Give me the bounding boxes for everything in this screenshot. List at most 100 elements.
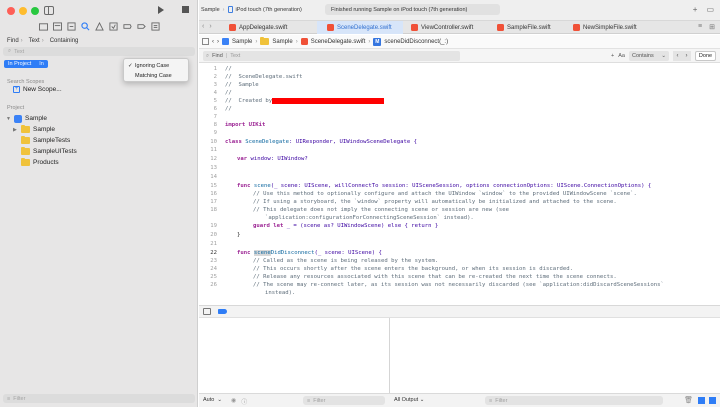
code-line: 21: [210, 241, 217, 247]
search-highlight: scene: [253, 250, 271, 256]
breadcrumb-file[interactable]: SceneDelegate.swift: [311, 39, 366, 45]
code-line: 13: [210, 165, 217, 171]
tab-newsimplefile[interactable]: NewSimpleFile.swift: [569, 21, 659, 34]
tab-samplefile[interactable]: SampleFile.swift: [493, 21, 567, 34]
code-line: 14: [210, 174, 217, 180]
console-filter-input[interactable]: ≡ Filter: [485, 396, 663, 405]
find-mode-text[interactable]: Text: [29, 38, 40, 44]
editor-menu-icon[interactable]: ≡: [698, 23, 702, 31]
find-mode-breadcrumb: Find › Text › Containing: [0, 35, 198, 46]
console-view-toggle-icon[interactable]: [709, 397, 716, 404]
next-match-button[interactable]: ›: [682, 51, 691, 61]
done-button[interactable]: Done: [695, 51, 716, 61]
swift-file-icon: [300, 38, 308, 45]
code-line: instead).: [265, 290, 296, 296]
forward-arrow-icon[interactable]: ›: [209, 23, 211, 30]
add-pattern-icon[interactable]: +: [611, 53, 614, 59]
disclosure-open-icon[interactable]: ▼: [6, 116, 11, 122]
search-icon[interactable]: [80, 21, 90, 31]
search-placeholder: Text: [14, 48, 25, 55]
tree-item-label: SampleTests: [33, 137, 71, 144]
filter-icon: ≡: [489, 397, 493, 404]
debug-icon[interactable]: [122, 21, 132, 31]
previous-match-button[interactable]: ‹: [673, 51, 682, 61]
find-input[interactable]: ⌕ Find | Text: [203, 51, 460, 61]
device-name[interactable]: iPod touch (7th generation): [236, 7, 302, 13]
breadcrumb-symbol[interactable]: sceneDidDisconnect(_:): [384, 39, 448, 45]
variables-filter-input[interactable]: ≡ Filter: [303, 396, 385, 405]
filter-placeholder: Filter: [13, 395, 26, 402]
new-scope-button[interactable]: + New Scope...: [13, 86, 62, 93]
symbol-icon[interactable]: [66, 21, 76, 31]
tab-scenedelegate[interactable]: SceneDelegate.swift: [317, 21, 403, 34]
case-sensitivity-menu: ✓ Ignoring Case Matching Case: [123, 58, 189, 82]
navigator-filter-input[interactable]: ≡ Filter: [3, 394, 195, 403]
add-icon[interactable]: +: [693, 5, 698, 14]
breadcrumb-group[interactable]: Sample: [272, 39, 292, 45]
tab-viewcontroller[interactable]: ViewController.swift: [403, 21, 493, 34]
back-arrow-icon[interactable]: ‹: [212, 39, 214, 45]
tree-item-folder[interactable]: SampleUITests: [0, 146, 198, 157]
info-icon[interactable]: ⓘ: [241, 397, 247, 406]
chevron-down-icon: ⌄: [217, 397, 222, 403]
forward-arrow-icon[interactable]: ›: [217, 39, 219, 45]
code-line: 7: [213, 114, 217, 120]
hide-debug-area-icon[interactable]: [203, 308, 211, 315]
menu-item-matching-case[interactable]: Matching Case: [124, 71, 188, 81]
close-window-button[interactable]: [7, 7, 15, 15]
tree-item-label: Sample: [25, 115, 48, 122]
debug-panel-toggles: [698, 397, 716, 404]
folder-icon[interactable]: [38, 21, 48, 31]
filter-icon: ≡: [7, 395, 11, 402]
trash-icon[interactable]: 🗑: [684, 396, 693, 404]
code-line: `application:configurationForConnectingS…: [265, 215, 474, 221]
navigator-selector-bar: [0, 21, 198, 33]
back-arrow-icon[interactable]: ‹: [202, 23, 204, 30]
test-icon[interactable]: [108, 21, 118, 31]
project-tree: ▼ Sample ▶ Sample SampleTests SampleUITe…: [0, 113, 198, 168]
find-search-input[interactable]: ⌕ Text: [3, 47, 195, 56]
report-icon[interactable]: [150, 21, 160, 31]
tree-item-project[interactable]: ▼ Sample: [0, 113, 198, 124]
menu-item-ignoring-case[interactable]: ✓ Ignoring Case: [124, 61, 188, 71]
chevron-right-icon: ›: [222, 6, 225, 13]
code-line: 6//: [213, 106, 232, 112]
search-scope-button[interactable]: In Project In: [4, 60, 48, 68]
related-items-icon[interactable]: [202, 38, 209, 45]
scheme-selector[interactable]: Sample › iPod touch (7th generation): [201, 6, 302, 13]
match-case-toggle[interactable]: Aa: [618, 53, 625, 59]
sidebar-toggle-icon[interactable]: [44, 6, 54, 15]
find-mode-containing[interactable]: Containing: [50, 38, 79, 44]
run-button[interactable]: [158, 6, 164, 14]
disclosure-closed-icon[interactable]: ▶: [13, 127, 18, 133]
minimize-window-button[interactable]: [19, 7, 27, 15]
variables-scope-select[interactable]: Auto ⌄: [203, 397, 222, 403]
inspector-toggle-icon[interactable]: ▭: [706, 5, 714, 14]
code-editor[interactable]: 1// 2// SceneDelegate.swift 3// Sample 4…: [199, 63, 720, 303]
tab-label: ViewController.swift: [421, 24, 474, 31]
find-mode-label[interactable]: Find: [212, 53, 223, 59]
divider: |: [225, 53, 228, 59]
breadcrumb-project[interactable]: Sample: [232, 39, 252, 45]
tab-appdelegate[interactable]: AppDelegate.swift: [221, 21, 317, 34]
breakpoint-icon[interactable]: [136, 21, 146, 31]
chevron-right-icon: ›: [20, 37, 23, 44]
breakpoints-toggle-icon[interactable]: [218, 309, 227, 314]
source-control-icon[interactable]: [52, 21, 62, 31]
tree-item-folder[interactable]: Products: [0, 157, 198, 168]
stop-button[interactable]: [182, 6, 189, 13]
console-output-select[interactable]: All Output ⌄: [394, 397, 424, 403]
zoom-window-button[interactable]: [31, 7, 39, 15]
match-mode-select[interactable]: Contains ⌄: [629, 51, 669, 61]
issue-icon[interactable]: [94, 21, 104, 31]
status-text: Finished running Sample on iPod touch (7…: [331, 6, 468, 13]
tree-item-folder[interactable]: ▶ Sample: [0, 124, 198, 135]
chevron-down-icon: ⌄: [419, 397, 425, 403]
eye-icon[interactable]: ◉: [231, 397, 236, 406]
find-mode-find[interactable]: Find: [7, 38, 19, 44]
chevron-right-icon: ›: [368, 38, 371, 45]
tree-item-folder[interactable]: SampleTests: [0, 135, 198, 146]
variables-view-toggle-icon[interactable]: [698, 397, 705, 404]
split-editor-icon[interactable]: ⊞: [709, 23, 715, 31]
code-line: 4//: [213, 90, 232, 96]
